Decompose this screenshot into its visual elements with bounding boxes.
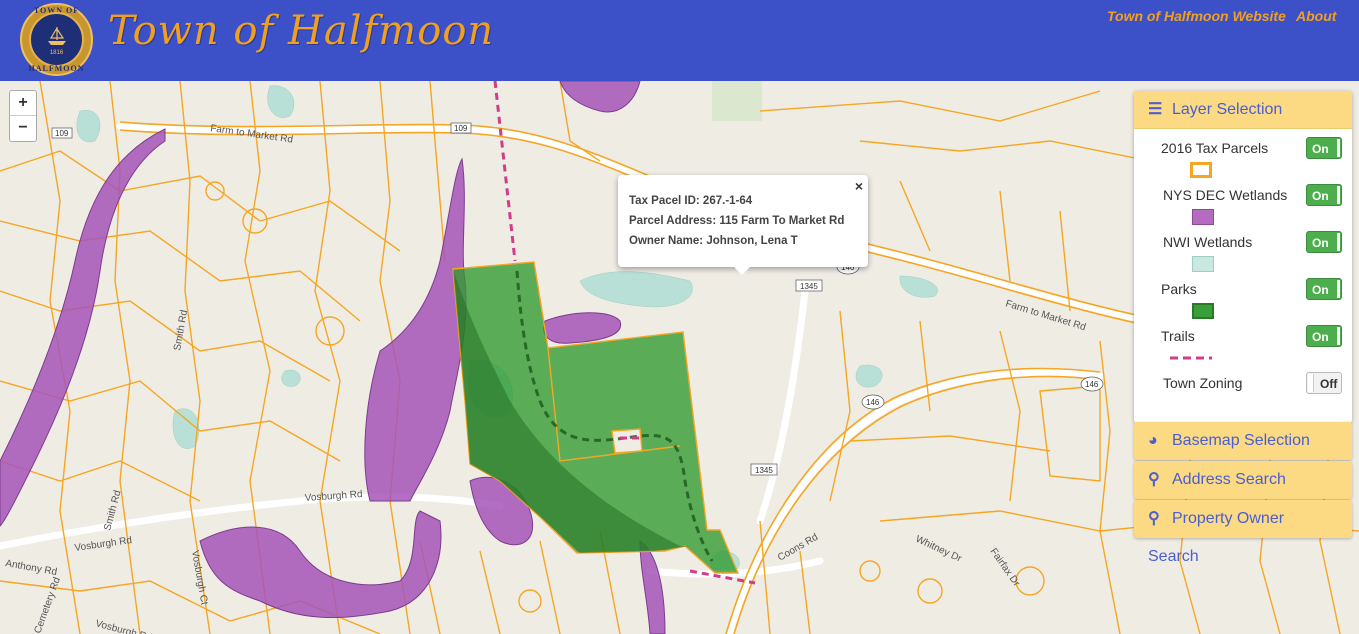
layer-label: NYS DEC Wetlands	[1163, 187, 1288, 203]
basemap-selection-title: Basemap Selection	[1172, 432, 1310, 449]
layer-label: Trails	[1161, 328, 1195, 344]
tax-parcels-toggle[interactable]: On	[1306, 137, 1342, 159]
search-icon: ⚲	[1148, 510, 1160, 527]
address-search-title: Address Search	[1172, 471, 1286, 488]
ship-icon	[48, 27, 66, 45]
list-icon: ☰	[1148, 101, 1163, 118]
popup-address: Parcel Address: 115 Farm To Market Rd	[629, 215, 845, 227]
trails-toggle[interactable]: On	[1306, 325, 1342, 347]
globe-icon: ◕	[1148, 432, 1158, 449]
layer-nys-dec-wetlands: NYS DEC Wetlands On	[1134, 176, 1352, 225]
svg-text:1345: 1345	[800, 282, 818, 291]
zoom-out-button[interactable]: −	[10, 116, 36, 141]
layer-label: 2016 Tax Parcels	[1161, 140, 1269, 156]
trails-swatch	[1170, 356, 1212, 360]
svg-text:1345: 1345	[755, 466, 773, 475]
seal-inner: 1816	[29, 12, 84, 67]
excluded-parcel	[611, 428, 643, 454]
svg-text:146: 146	[866, 398, 880, 407]
parcel-popup: × Tax Pacel ID: 267.-1-64 Parcel Address…	[618, 175, 868, 275]
app-title: Town of Halfmoon	[108, 8, 495, 54]
layer-trails: Trails On	[1134, 317, 1352, 364]
seal-year: 1816	[49, 50, 64, 56]
nav-about-link[interactable]: About	[1296, 8, 1336, 24]
layer-label: Parks	[1161, 281, 1197, 297]
layer-selection-panel: ☰ Layer Selection 2016 Tax Parcels On NYS…	[1134, 91, 1352, 423]
layer-selection-title: Layer Selection	[1172, 101, 1283, 118]
layer-parks: Parks On	[1134, 270, 1352, 319]
nwi-wetlands-toggle[interactable]: On	[1306, 231, 1342, 253]
layer-label: Town Zoning	[1163, 375, 1243, 391]
search-icon: ⚲	[1148, 471, 1160, 488]
town-zoning-toggle[interactable]: Off	[1306, 372, 1342, 394]
seal-bottom-text: HALFMOON	[28, 64, 85, 73]
nys-dec-wetlands-toggle[interactable]: On	[1306, 184, 1342, 206]
town-seal-logo: TOWN OF 1816 HALFMOON	[20, 3, 93, 76]
popup-owner: Owner Name: Johnson, Lena T	[629, 235, 798, 247]
svg-text:109: 109	[55, 129, 69, 138]
layer-town-zoning: Town Zoning Off	[1134, 364, 1352, 411]
layer-tax-parcels: 2016 Tax Parcels On	[1134, 129, 1352, 178]
layer-selection-header[interactable]: ☰ Layer Selection	[1134, 91, 1352, 129]
layer-label: NWI Wetlands	[1163, 234, 1253, 250]
nav-town-website-link[interactable]: Town of Halfmoon Website	[1107, 8, 1286, 24]
svg-text:146: 146	[1085, 380, 1099, 389]
app-header: TOWN OF 1816 HALFMOON Town of Halfmoon T…	[0, 0, 1359, 81]
property-owner-search-header[interactable]: ⚲ Property Owner Search	[1134, 500, 1352, 565]
basemap-selection-header[interactable]: ◕ Basemap Selection	[1134, 422, 1352, 460]
zoom-control: + −	[9, 90, 37, 142]
parks-toggle[interactable]: On	[1306, 278, 1342, 300]
popup-tip	[733, 266, 751, 275]
layer-list: 2016 Tax Parcels On NYS DEC Wetlands On …	[1134, 129, 1352, 423]
zoom-in-button[interactable]: +	[10, 91, 36, 116]
address-search-header[interactable]: ⚲ Address Search	[1134, 461, 1352, 499]
layer-nwi-wetlands: NWI Wetlands On	[1134, 223, 1352, 272]
svg-text:109: 109	[454, 124, 468, 133]
popup-tax-id: Tax Pacel ID: 267.-1-64	[629, 195, 753, 207]
popup-close-button[interactable]: ×	[855, 178, 863, 194]
